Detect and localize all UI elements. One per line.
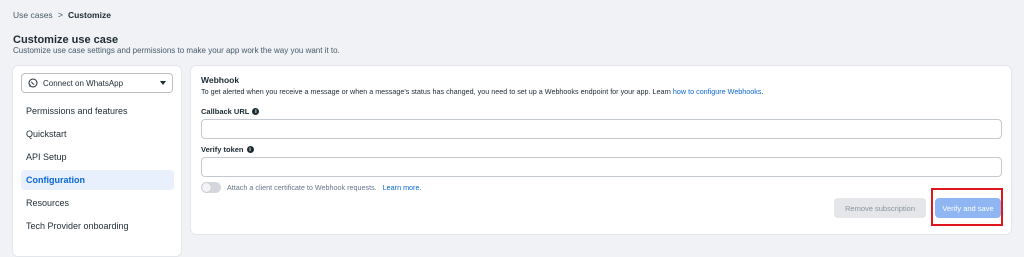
info-icon[interactable]: i — [252, 108, 260, 115]
sidebar: Connect on WhatsApp Permissions and feat… — [12, 65, 182, 257]
sidebar-item-quickstart[interactable]: Quickstart — [21, 124, 174, 144]
use-case-dropdown[interactable]: Connect on WhatsApp — [21, 73, 173, 93]
sidebar-item-label: Permissions and features — [26, 106, 128, 116]
remove-subscription-button[interactable]: Remove subscription — [834, 198, 926, 218]
configure-webhooks-link[interactable]: how to configure Webhooks — [673, 87, 762, 96]
client-certificate-row: Attach a client certificate to Webhook r… — [201, 182, 421, 193]
sidebar-item-label: Configuration — [26, 175, 85, 185]
page-title: Customize use case — [13, 34, 119, 46]
breadcrumb: Use cases > Customize — [13, 10, 111, 20]
client-certificate-toggle[interactable] — [201, 182, 221, 193]
verify-token-label: Verify token i — [201, 145, 254, 154]
sidebar-item-label: Quickstart — [26, 129, 67, 139]
webhook-description: To get alerted when you receive a messag… — [201, 87, 764, 96]
breadcrumb-separator: > — [57, 10, 63, 20]
sidebar-item-resources[interactable]: Resources — [21, 193, 174, 213]
client-certificate-label: Attach a client certificate to Webhook r… — [227, 183, 377, 192]
sidebar-item-api-setup[interactable]: API Setup — [21, 147, 174, 167]
callback-url-label: Callback URL i — [201, 107, 260, 116]
toggle-knob — [202, 183, 211, 192]
sidebar-item-tech-provider[interactable]: Tech Provider onboarding — [21, 216, 174, 236]
sidebar-item-configuration[interactable]: Configuration — [21, 170, 174, 190]
webhook-title: Webhook — [201, 75, 240, 85]
breadcrumb-current: Customize — [67, 10, 111, 20]
sidebar-item-permissions[interactable]: Permissions and features — [21, 101, 174, 121]
callback-url-input[interactable] — [201, 119, 1002, 139]
use-case-dropdown-label: Connect on WhatsApp — [43, 78, 124, 88]
chevron-down-icon — [160, 81, 166, 85]
info-icon[interactable]: i — [246, 146, 254, 153]
webhook-card: Webhook To get alerted when you receive … — [190, 65, 1012, 235]
verify-token-input[interactable] — [201, 157, 1002, 177]
breadcrumb-use-cases[interactable]: Use cases — [13, 10, 53, 20]
highlight-annotation-box — [931, 188, 1003, 226]
page-subtitle: Customize use case settings and permissi… — [13, 46, 340, 55]
whatsapp-icon — [28, 78, 38, 88]
learn-more-link[interactable]: Learn more. — [383, 183, 422, 192]
sidebar-item-label: Tech Provider onboarding — [26, 221, 129, 231]
sidebar-item-label: API Setup — [26, 152, 67, 162]
sidebar-item-label: Resources — [26, 198, 70, 208]
